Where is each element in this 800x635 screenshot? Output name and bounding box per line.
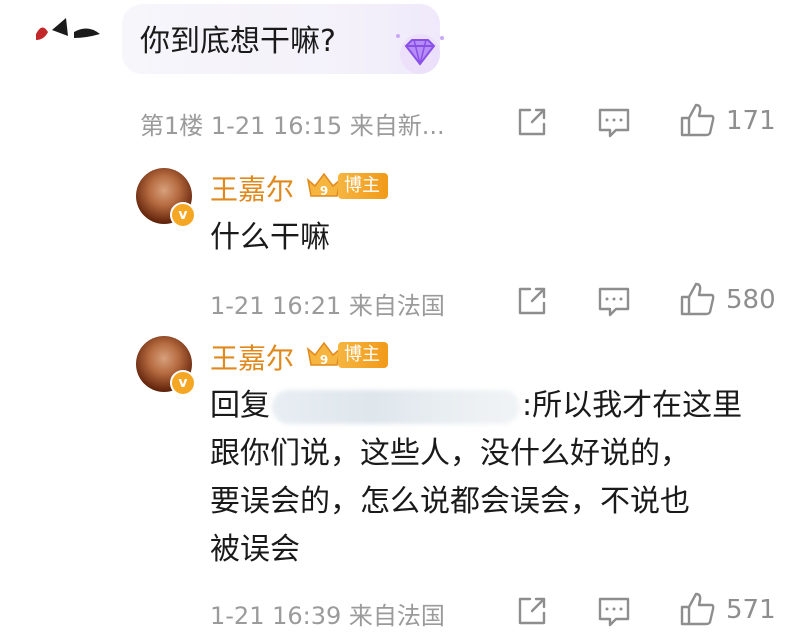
comment-icon[interactable] (594, 102, 634, 142)
thumbs-up-icon[interactable] (678, 100, 718, 140)
gem-icon (390, 28, 450, 78)
thumbs-up-icon[interactable] (678, 589, 718, 629)
reply-text-line: 要误会的，怎么说都会误会，不说也 (210, 484, 690, 519)
top-comment-like-count: 171 (726, 106, 776, 136)
share-icon[interactable] (512, 102, 552, 142)
level-badge: 9 (320, 353, 328, 367)
verified-badge: v (170, 202, 196, 228)
comment-icon[interactable] (594, 281, 634, 321)
reply-like-count: 580 (726, 285, 776, 315)
redacted-mention[interactable] (272, 389, 520, 424)
top-commenter-avatar[interactable] (22, 0, 106, 58)
host-badge: 博主 (338, 173, 388, 199)
host-badge: 博主 (338, 342, 388, 368)
reply-text-line: 被误会 (210, 532, 300, 567)
comment-icon[interactable] (594, 591, 634, 631)
reply-text-line: 跟你们说，这些人，没什么好说的， (210, 436, 690, 471)
reply-username[interactable]: 王嘉尔 (210, 168, 294, 208)
reply-prefix: 回复 (210, 388, 270, 423)
share-icon[interactable] (512, 591, 552, 631)
top-comment-text: 你到底想干嘛? (140, 24, 336, 59)
reply-meta: 1-21 16:39 来自法国 (210, 602, 445, 630)
share-icon[interactable] (512, 281, 552, 321)
reply-text: 回复 :所以我才在这里 跟你们说，这些人，没什么好说的， 要误会的，怎么说都会误会… (210, 382, 790, 574)
verified-badge: v (170, 370, 196, 396)
reply-text: 什么干嘛 (210, 220, 330, 255)
reply-like-count: 571 (726, 595, 776, 625)
reply-meta: 1-21 16:21 来自法国 (210, 292, 445, 320)
top-comment-meta: 第1楼 1-21 16:15 来自新... (140, 112, 445, 140)
crown-icon: 9 (306, 339, 342, 371)
reply-username[interactable]: 王嘉尔 (210, 337, 294, 377)
reply-text-first-line: :所以我才在这里 (522, 388, 743, 423)
level-badge: 9 (320, 184, 328, 198)
thumbs-up-icon[interactable] (678, 279, 718, 319)
crown-icon: 9 (306, 170, 342, 202)
